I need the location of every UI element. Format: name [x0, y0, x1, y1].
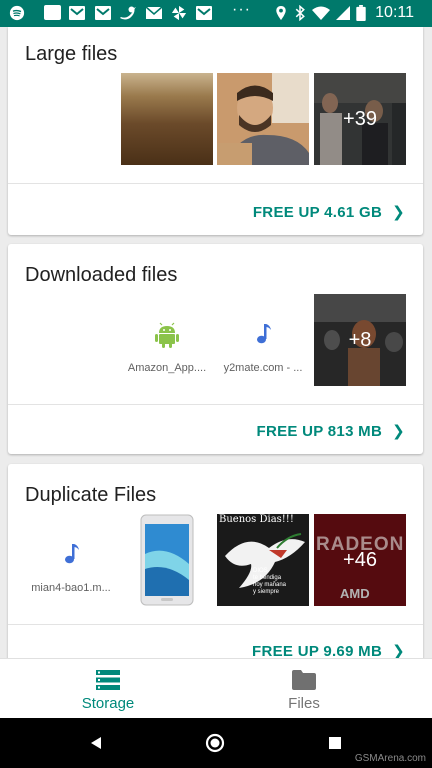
- more-count: +39: [314, 73, 406, 165]
- file-thumbnail[interactable]: [121, 514, 213, 606]
- back-icon[interactable]: [89, 736, 103, 750]
- watermark: GSMArena.com: [354, 753, 426, 764]
- file-name: y2mate.com - ...: [223, 362, 303, 374]
- mail-icon: [145, 6, 163, 19]
- file-thumbnail-more[interactable]: +8: [314, 294, 406, 386]
- location-icon: [276, 5, 286, 21]
- file-thumbnail[interactable]: [121, 73, 213, 165]
- duplicate-files-card[interactable]: Duplicate Files mian4-bao1.m... Buenos D…: [8, 464, 423, 674]
- wifi-icon: [312, 6, 330, 20]
- gmail-icon: [69, 6, 85, 20]
- divider: [8, 624, 423, 625]
- divider: [8, 183, 423, 184]
- recents-icon[interactable]: [328, 736, 342, 750]
- thumb-caption: DIOS te bendiga hoy mañana y siempre: [253, 568, 287, 595]
- card-title: Downloaded files: [25, 264, 178, 286]
- android-icon: [155, 322, 179, 348]
- system-navigation-bar: GSMArena.com: [0, 718, 432, 768]
- gmail-icon: [95, 6, 111, 20]
- more-count: +46: [314, 514, 406, 606]
- music-note-icon: [65, 544, 79, 564]
- clock: 10:11: [375, 4, 414, 21]
- free-up-label: FREE UP 4.61 GB: [252, 204, 383, 221]
- downloaded-files-card[interactable]: Downloaded files Amazon_App.... y2mate.c…: [8, 244, 423, 454]
- file-name: Amazon_App....: [127, 362, 207, 374]
- file-thumbnail[interactable]: Buenos Dias!!! DIOS te bendiga hoy mañan…: [217, 514, 309, 606]
- tab-files[interactable]: Files: [196, 659, 412, 718]
- folder-icon: [292, 670, 316, 690]
- more-icon: ···: [232, 1, 251, 18]
- music-note-icon: [257, 324, 271, 344]
- pinwheel-icon: [171, 5, 187, 21]
- card-title: Large files: [25, 43, 118, 65]
- thumb-caption: Buenos Dias!!!: [219, 514, 294, 525]
- divider: [8, 404, 423, 405]
- file-item[interactable]: Amazon_App....: [121, 294, 213, 386]
- file-name: mian4-bao1.m...: [31, 582, 111, 594]
- large-files-card[interactable]: Large files +39 FREE UP 4.61 GB ❯: [8, 27, 423, 235]
- card-title: Duplicate Files: [25, 484, 157, 506]
- signal-icon: [336, 6, 350, 20]
- battery-icon: [356, 5, 366, 21]
- file-thumbnail-more[interactable]: +39: [314, 73, 406, 165]
- spotify-icon: [9, 5, 25, 21]
- phone-image: [140, 514, 194, 606]
- file-thumbnail-more[interactable]: RADEON AMD +46: [314, 514, 406, 606]
- free-up-label: FREE UP 813 MB: [256, 423, 383, 440]
- gmail-icon: [196, 6, 212, 20]
- file-item[interactable]: y2mate.com - ...: [217, 294, 309, 386]
- bottom-navigation: Storage Files: [0, 658, 432, 718]
- tab-label: Storage: [81, 695, 135, 712]
- storage-icon: [96, 670, 120, 690]
- home-icon[interactable]: [205, 733, 225, 753]
- status-bar: ··· 10:11: [0, 0, 432, 27]
- twitter-icon: [120, 6, 136, 20]
- chevron-right-icon: ❯: [392, 423, 405, 440]
- tab-storage[interactable]: Storage: [0, 659, 216, 718]
- file-item[interactable]: mian4-bao1.m...: [25, 514, 117, 606]
- photo-person-image: [217, 73, 309, 165]
- bluetooth-icon: [295, 5, 305, 21]
- chevron-right-icon: ❯: [392, 204, 405, 221]
- square-icon: [44, 5, 61, 20]
- free-up-button[interactable]: FREE UP 4.61 GB ❯: [253, 203, 405, 221]
- file-thumbnail[interactable]: [217, 73, 309, 165]
- free-up-button[interactable]: FREE UP 813 MB ❯: [256, 422, 405, 440]
- tab-label: Files: [288, 695, 320, 712]
- more-count: +8: [314, 294, 406, 386]
